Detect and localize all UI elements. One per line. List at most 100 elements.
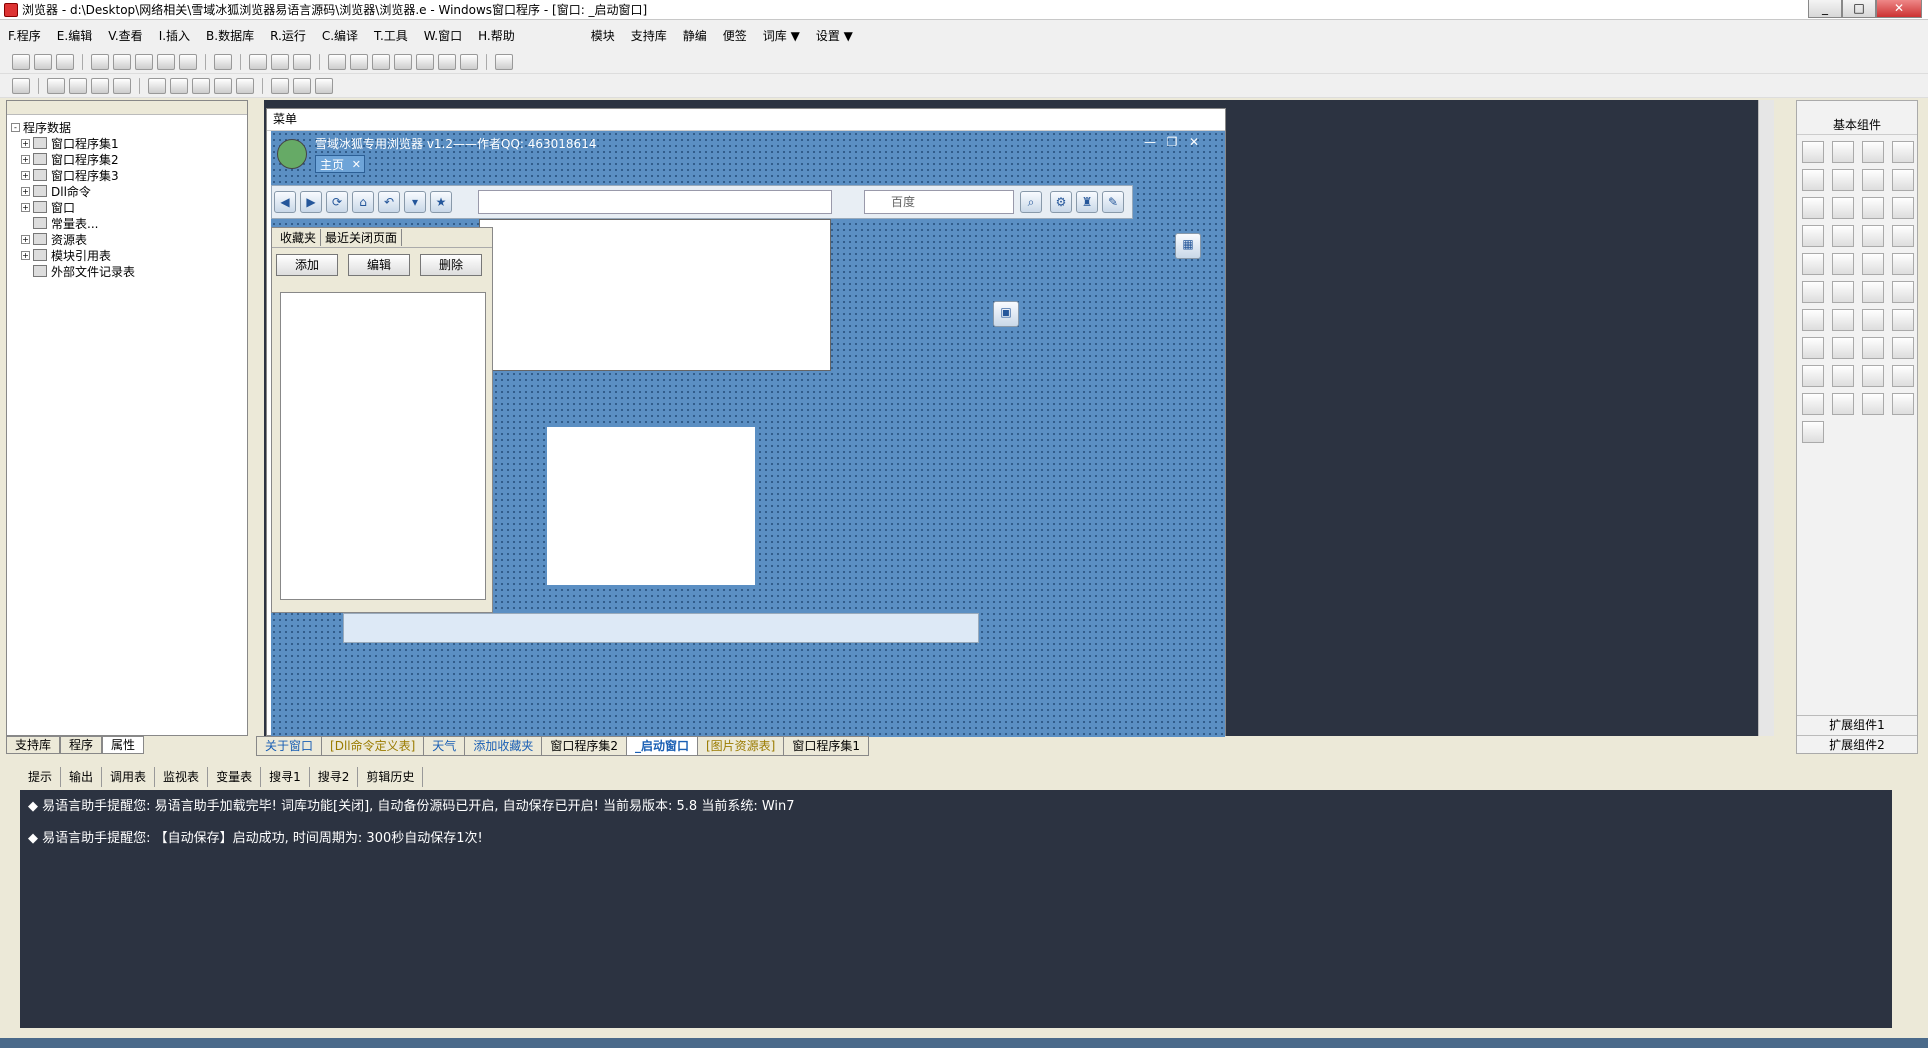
network-icon[interactable] xyxy=(1832,309,1854,331)
menu-run[interactable]: R.运行 xyxy=(262,27,314,44)
button-icon[interactable] xyxy=(1832,281,1854,303)
form-menu[interactable]: 菜单 xyxy=(267,109,1225,131)
find-icon[interactable] xyxy=(214,53,232,70)
design-scrollbar[interactable] xyxy=(1758,100,1774,736)
component-icon[interactable]: ▣ xyxy=(993,301,1019,327)
center-v-icon[interactable] xyxy=(170,77,188,94)
menu-module[interactable]: 模块 xyxy=(583,27,623,44)
doc-tab-about[interactable]: 关于窗口 xyxy=(256,736,323,756)
hand-icon[interactable] xyxy=(460,53,478,70)
menu-window[interactable]: W.窗口 xyxy=(416,27,470,44)
same-size-icon[interactable] xyxy=(236,77,254,94)
refresh-icon[interactable]: ⟳ xyxy=(326,191,348,213)
chevron-down-icon[interactable]: ▾ xyxy=(404,191,426,213)
url-dropdown-list[interactable] xyxy=(479,219,831,371)
bring-front-icon[interactable] xyxy=(315,77,333,94)
step-out-icon[interactable] xyxy=(416,53,434,70)
expand-icon[interactable]: + xyxy=(21,234,30,244)
copy-icon[interactable] xyxy=(113,53,131,70)
expand-icon[interactable]: + xyxy=(21,202,30,212)
tab-home[interactable]: 主页 ✕ xyxy=(315,155,366,174)
tree-item[interactable]: + 模块引用表 xyxy=(11,247,243,263)
tab-output[interactable]: 输出 xyxy=(61,767,103,787)
frame-icon[interactable] xyxy=(1832,169,1854,191)
text-icon[interactable] xyxy=(1862,169,1884,191)
menu-lexicon[interactable]: 词库 ▼ xyxy=(755,27,808,44)
tab-hints[interactable]: 提示 xyxy=(20,767,62,787)
menu-help[interactable]: H.帮助 xyxy=(470,27,523,44)
doc-tab-weather[interactable]: 天气 xyxy=(423,736,466,756)
tab-icon[interactable] xyxy=(1802,253,1824,275)
tab-properties[interactable]: 属性 xyxy=(102,736,145,754)
calendar-icon[interactable] xyxy=(1892,253,1914,275)
listbox-icon[interactable] xyxy=(1892,197,1914,219)
center-h-icon[interactable] xyxy=(148,77,166,94)
align-top-icon[interactable] xyxy=(91,77,109,94)
odbc-source-icon[interactable] xyxy=(1802,421,1824,443)
layout-1-icon[interactable] xyxy=(249,53,267,70)
breakpoint-icon[interactable] xyxy=(438,53,456,70)
star-icon[interactable]: ★ xyxy=(430,191,452,213)
tab-program[interactable]: 程序 xyxy=(60,736,103,754)
month-icon[interactable] xyxy=(1862,253,1884,275)
open-folder-icon[interactable] xyxy=(34,53,52,70)
split-icon[interactable] xyxy=(1862,309,1884,331)
minimize-button[interactable]: _ xyxy=(1808,0,1842,18)
tree-item[interactable]: 外部文件记录表 xyxy=(11,263,243,279)
menu-support-lib[interactable]: 支持库 xyxy=(623,27,675,44)
menu-notes[interactable]: 便签 xyxy=(715,27,755,44)
image-icon[interactable] xyxy=(1862,141,1884,163)
delete-favorite-button[interactable]: 删除 xyxy=(420,254,482,276)
grid-icon[interactable] xyxy=(1802,225,1824,247)
new-file-icon[interactable] xyxy=(12,53,30,70)
same-height-icon[interactable] xyxy=(293,77,311,94)
tree-item[interactable]: + 窗口程序集2 xyxy=(11,151,243,167)
clean-icon[interactable]: ♜ xyxy=(1076,191,1098,213)
edit-favorite-button[interactable]: 编辑 xyxy=(348,254,410,276)
form-icon[interactable] xyxy=(1862,365,1884,387)
tab-variables[interactable]: 变量表 xyxy=(208,767,262,787)
line-icon[interactable] xyxy=(1892,169,1914,191)
collapse-icon[interactable]: - xyxy=(11,122,20,132)
folder-icon[interactable] xyxy=(1862,281,1884,303)
tab-clip-history[interactable]: 剪辑历史 xyxy=(358,767,424,787)
scroll-icon[interactable] xyxy=(1832,225,1854,247)
toolbar-icon[interactable] xyxy=(1892,309,1914,331)
layout-2-icon[interactable] xyxy=(271,53,289,70)
search-input[interactable]: 百度 xyxy=(864,190,1014,214)
form-window[interactable]: 菜单 雪域冰狐专用浏览器 v1.2——作者QQ: 463018614 — ❐ ✕… xyxy=(266,108,1226,737)
wrench-icon[interactable]: ✎ xyxy=(1102,191,1124,213)
back-icon[interactable]: ◀ xyxy=(274,191,296,213)
odbc-icon[interactable] xyxy=(1892,393,1914,415)
doc-tab-startup-window[interactable]: _启动窗口 xyxy=(625,736,698,756)
progress-icon[interactable] xyxy=(1862,225,1884,247)
space-h-icon[interactable] xyxy=(192,77,210,94)
tab-favorites[interactable]: 收藏夹 xyxy=(276,229,322,246)
editbox-icon[interactable] xyxy=(1802,169,1824,191)
tree-root[interactable]: - 程序数据 xyxy=(11,119,243,135)
doc-tab-image-resources[interactable]: [图片资源表] xyxy=(696,736,785,756)
timer-component-icon[interactable]: ▦ xyxy=(1175,233,1201,259)
serial-icon[interactable] xyxy=(1832,365,1854,387)
socket-icon[interactable] xyxy=(1802,365,1824,387)
menu-settings[interactable]: 设置 ▼ xyxy=(808,27,861,44)
grid-icon[interactable] xyxy=(12,77,30,94)
expand-icon[interactable]: + xyxy=(21,138,30,148)
table-icon[interactable] xyxy=(1802,281,1824,303)
menu-insert[interactable]: I.插入 xyxy=(151,27,198,44)
ext-components-2[interactable]: 扩展组件2 xyxy=(1797,735,1917,753)
tree-item[interactable]: 常量表... xyxy=(11,215,243,231)
graph-icon[interactable] xyxy=(1862,393,1884,415)
output-panel[interactable]: ◆ 易语言助手提醒您: 易语言助手加载完毕! 词库功能[关闭], 自动备份源码已… xyxy=(20,790,1892,1028)
undo-icon[interactable] xyxy=(157,53,175,70)
tab-recently-closed[interactable]: 最近关闭页面 xyxy=(321,229,403,246)
helper-icon[interactable] xyxy=(495,53,513,70)
file-icon[interactable] xyxy=(1892,281,1914,303)
layout-3-icon[interactable] xyxy=(293,53,311,70)
doc-tab-module1[interactable]: 窗口程序集1 xyxy=(783,736,869,756)
tree-icon[interactable] xyxy=(1802,309,1824,331)
tree-item[interactable]: + 窗口程序集1 xyxy=(11,135,243,151)
menu-edit[interactable]: E.编辑 xyxy=(49,27,100,44)
radio-icon[interactable] xyxy=(1832,197,1854,219)
close-tab-icon[interactable]: ✕ xyxy=(352,156,361,174)
